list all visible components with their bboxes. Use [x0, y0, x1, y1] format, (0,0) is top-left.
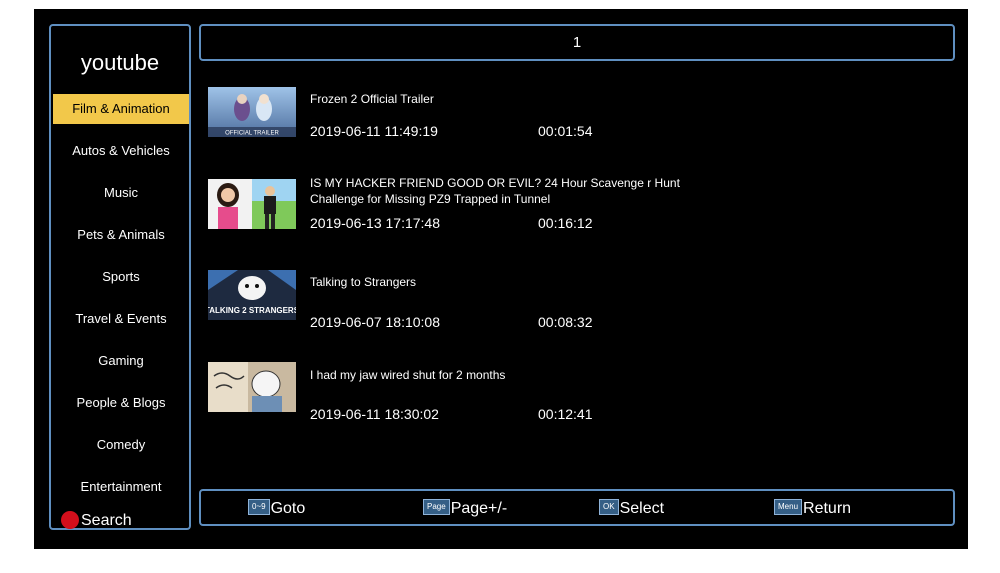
category-gaming[interactable]: Gaming: [53, 346, 189, 376]
search-button[interactable]: Search: [61, 510, 132, 532]
return-label: Return: [803, 500, 852, 517]
thumbnail-caption: OFFICIAL TRAILER: [225, 131, 279, 137]
video-item[interactable]: IS MY HACKER FRIEND GOOD OR EVIL? 24 Hou…: [208, 173, 908, 243]
video-title: IS MY HACKER FRIEND GOOD OR EVIL? 24 Hou…: [310, 176, 680, 206]
thumbnail-caption: TALKING 2 STRANGERS: [208, 306, 296, 315]
app-title: youtube: [80, 50, 160, 75]
menu-key-icon: Menu: [774, 498, 803, 515]
video-title: I had my jaw wired shut for 2 months: [310, 368, 506, 382]
video-item[interactable]: TALKING 2 STRANGERS Talking to Strangers…: [208, 264, 908, 334]
category-music[interactable]: Music: [53, 178, 189, 208]
page-label: Page+/-: [450, 500, 508, 517]
video-title: Talking to Strangers: [310, 275, 417, 289]
video-thumbnail: [208, 179, 296, 229]
category-travel-events[interactable]: Travel & Events: [53, 304, 189, 334]
select-button[interactable]: OK Select: [599, 498, 664, 520]
video-item[interactable]: OFFICIAL TRAILER Frozen 2 Official Trail…: [208, 81, 908, 151]
page-key-icon: Page: [423, 498, 450, 515]
category-comedy[interactable]: Comedy: [53, 430, 189, 460]
red-key-icon: [61, 510, 79, 529]
return-button[interactable]: Menu Return: [774, 498, 851, 520]
video-duration: 00:01:54: [538, 123, 593, 139]
ok-key-icon: OK: [599, 498, 619, 515]
video-duration: 00:08:32: [538, 314, 593, 330]
category-sports[interactable]: Sports: [53, 262, 189, 292]
digit-key-icon: 0~9: [248, 498, 270, 515]
category-sidebar: youtube Film & Animation Autos & Vehicle…: [49, 24, 191, 530]
category-film-animation[interactable]: Film & Animation: [53, 94, 189, 124]
category-entertainment[interactable]: Entertainment: [53, 472, 189, 502]
video-title: Frozen 2 Official Trailer: [310, 92, 434, 106]
category-pets-animals[interactable]: Pets & Animals: [53, 220, 189, 250]
video-thumbnail: TALKING 2 STRANGERS: [208, 270, 296, 320]
page-number: 1: [572, 34, 582, 51]
category-autos-vehicles[interactable]: Autos & Vehicles: [53, 136, 189, 166]
goto-label: Goto: [270, 500, 306, 517]
video-date: 2019-06-07 18:10:08: [310, 314, 440, 330]
video-item[interactable]: I had my jaw wired shut for 2 months 201…: [208, 356, 908, 426]
video-date: 2019-06-11 11:49:19: [310, 123, 438, 139]
video-duration: 00:12:41: [538, 406, 593, 422]
video-duration: 00:16:12: [538, 215, 593, 231]
page-indicator: 1: [199, 24, 955, 61]
category-people-blogs[interactable]: People & Blogs: [53, 388, 189, 418]
tv-screen: youtube Film & Animation Autos & Vehicle…: [34, 9, 968, 549]
goto-button[interactable]: 0~9 Goto: [248, 498, 305, 520]
video-thumbnail: OFFICIAL TRAILER: [208, 87, 296, 137]
video-date: 2019-06-11 18:30:02: [310, 406, 439, 422]
key-help-bar: 0~9 Goto Page Page+/- OK Select Menu Return: [199, 489, 955, 526]
search-label: Search: [81, 512, 132, 529]
video-date: 2019-06-13 17:17:48: [310, 215, 440, 231]
page-button[interactable]: Page Page+/-: [423, 498, 507, 520]
select-label: Select: [619, 500, 665, 517]
video-thumbnail: [208, 362, 296, 412]
